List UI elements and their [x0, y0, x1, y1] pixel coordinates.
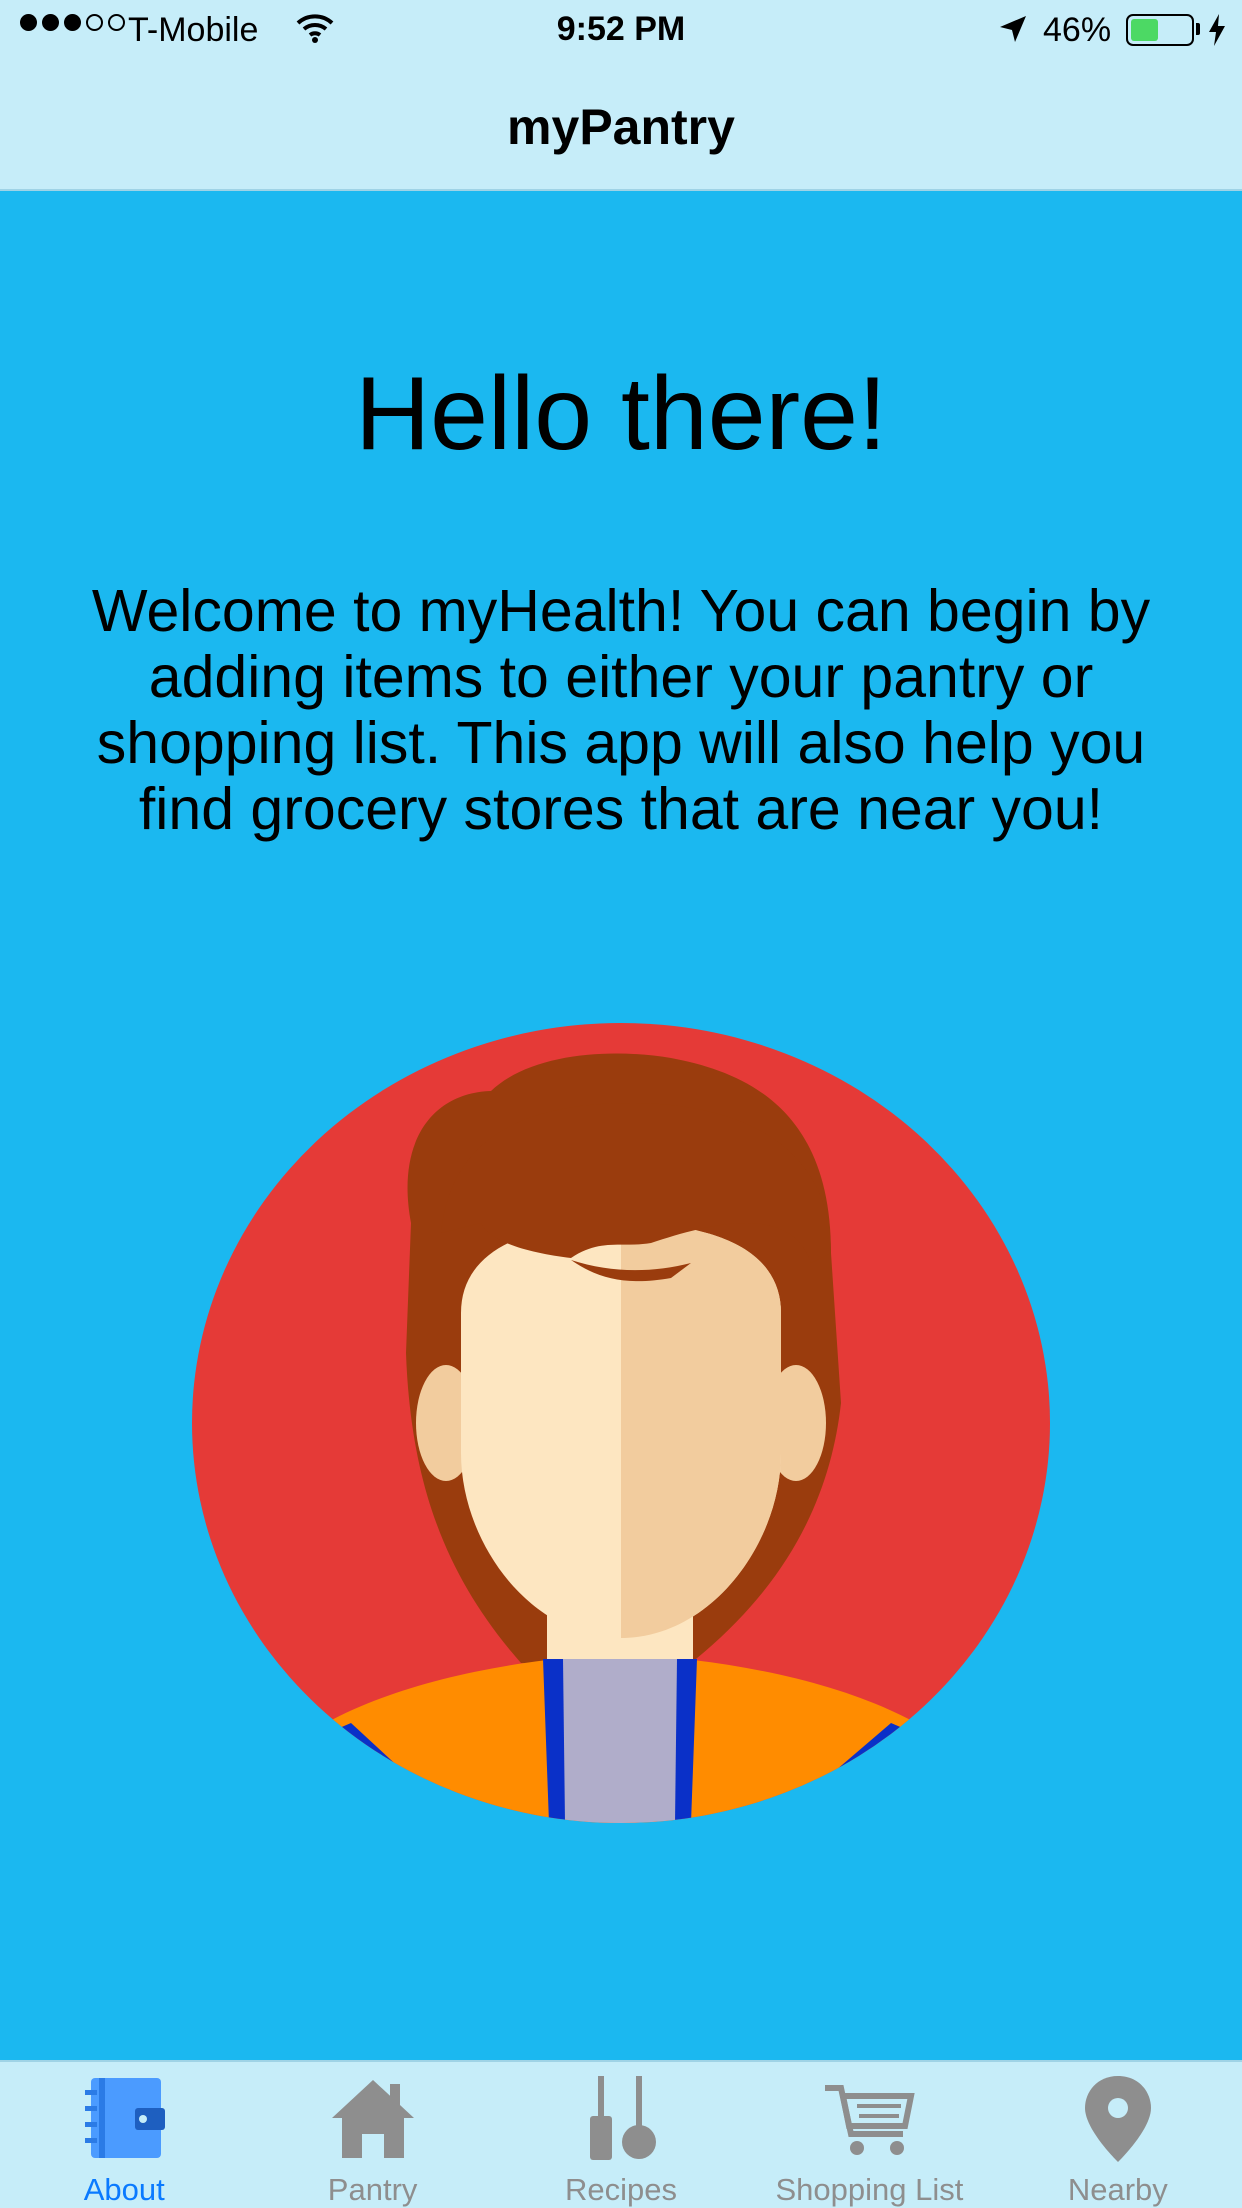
welcome-headline: Hello there! [355, 356, 887, 472]
tab-nearby-label: Nearby [1067, 2172, 1168, 2207]
tab-recipes[interactable]: Recipes [497, 2062, 745, 2208]
battery-level-fill [1131, 19, 1158, 41]
utensils-icon [576, 2074, 666, 2167]
cart-icon [821, 2074, 917, 2167]
location-pin-icon [1073, 2074, 1163, 2169]
tab-shopping-list[interactable]: Shopping List [745, 2062, 993, 2208]
location-arrow-icon [998, 14, 1028, 53]
tab-recipes-label: Recipes [565, 2172, 678, 2207]
tab-pantry-label: Pantry [327, 2172, 418, 2207]
charging-bolt-icon [1207, 13, 1227, 56]
nav-title: myPantry [507, 99, 735, 155]
battery-tip [1196, 23, 1200, 35]
battery-icon [1126, 14, 1194, 46]
tab-shopping-list-label: Shopping List [775, 2172, 964, 2207]
status-bar: T-Mobile 9:52 PM 46% [0, 0, 1242, 62]
tab-about[interactable]: About [0, 2062, 248, 2208]
app-screen: T-Mobile 9:52 PM 46% myPantry Hello ther… [0, 0, 1242, 2208]
tab-pantry[interactable]: Pantry [248, 2062, 496, 2208]
welcome-description: Welcome to myHealth! You can begin by ad… [91, 578, 1151, 842]
tab-nearby[interactable]: Nearby [994, 2062, 1242, 2208]
tab-about-label: About [83, 2172, 165, 2207]
top-bar: T-Mobile 9:52 PM 46% myPantry [0, 0, 1242, 191]
home-icon [328, 2074, 418, 2167]
tab-bar: About Pantry Recipes Shopping List Nearb… [0, 2060, 1242, 2208]
user-avatar-illustration [192, 1023, 1050, 1823]
battery-percent: 46% [1043, 11, 1112, 49]
notebook-icon [79, 2074, 169, 2167]
